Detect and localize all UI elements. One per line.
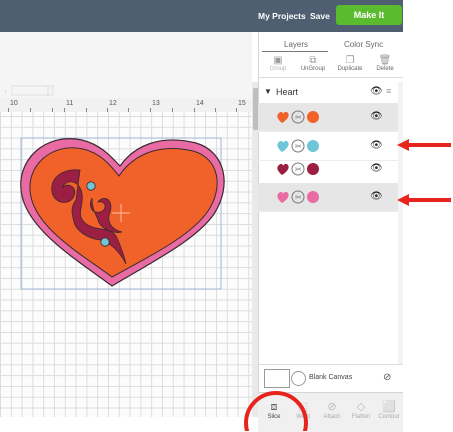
canvas-color-circle[interactable] — [291, 371, 306, 386]
eye-icon[interactable]: 👁 — [370, 191, 383, 202]
top-bar: My Projects Save Make It — [0, 0, 403, 32]
group-name: Heart — [276, 87, 299, 97]
flatten-button[interactable]: ◇ Flatten — [347, 401, 375, 420]
hidden-eye-icon[interactable]: ⊘ — [383, 372, 391, 383]
active-tab-indicator — [262, 51, 328, 52]
red-arrow-annotation-2 — [397, 194, 451, 206]
panel-scrollbar[interactable] — [398, 82, 403, 364]
blank-canvas-label: Blank Canvas — [309, 374, 353, 381]
design-canvas[interactable]: ↑ 10 11 12 13 14 15 — [0, 32, 252, 417]
group-button[interactable]: ▣ Group — [261, 55, 295, 72]
svg-text:✂: ✂ — [295, 193, 302, 202]
panel-tabs: Layers Color Sync — [258, 39, 403, 51]
eye-icon[interactable]: 👁 — [370, 86, 383, 97]
trash-icon: 🗑 — [378, 55, 392, 66]
group-icon: ▣ — [273, 55, 283, 66]
eye-icon[interactable]: 👁 — [370, 111, 383, 122]
delete-button[interactable]: 🗑 Delete — [368, 55, 402, 72]
layer-preview-icon: ✂ — [277, 190, 319, 204]
menu-icon[interactable]: ≡ — [386, 86, 391, 96]
save-link[interactable]: Save — [310, 11, 330, 21]
layer-preview-icon: ✂ — [277, 162, 319, 176]
tab-layers[interactable]: Layers — [284, 40, 308, 49]
tab-color-sync[interactable]: Color Sync — [344, 40, 383, 49]
svg-text:✂: ✂ — [295, 165, 302, 174]
my-projects-link[interactable]: My Projects — [258, 11, 306, 21]
make-it-button[interactable]: Make It — [336, 5, 402, 25]
attach-icon: ⊘ — [327, 401, 337, 413]
contour-icon: ⬜ — [382, 401, 396, 413]
layer-row-pink[interactable]: ✂ 👁 — [258, 183, 403, 212]
collapse-icon[interactable]: ▼ — [264, 87, 272, 96]
contour-button[interactable]: ⬜ Contour — [375, 401, 403, 420]
red-circle-annotation — [244, 391, 308, 431]
svg-text:✂: ✂ — [295, 113, 302, 122]
canvas-bottom-strip — [0, 417, 252, 431]
duplicate-button[interactable]: ❐ Duplicate — [333, 55, 367, 72]
layer-row-orange[interactable]: ✂ 👁 — [258, 103, 403, 132]
heart-design[interactable] — [0, 32, 252, 417]
dot-blue-2 — [100, 237, 110, 247]
svg-text:✂: ✂ — [295, 142, 302, 151]
layer-preview-icon: ✂ — [277, 139, 319, 153]
dot-blue-1 — [86, 181, 96, 191]
make-it-label: Make It — [353, 10, 385, 20]
ungroup-button[interactable]: ⧉ UnGroup — [296, 55, 330, 72]
layers-toolbar: ▣ Group ⧉ UnGroup ❐ Duplicate 🗑 Delete — [258, 53, 403, 78]
flatten-icon: ◇ — [356, 401, 366, 413]
eye-icon[interactable]: 👁 — [370, 140, 383, 151]
eye-icon[interactable]: 👁 — [370, 163, 383, 174]
layer-group-heart[interactable]: ▼ Heart 👁 ≡ — [258, 83, 403, 101]
ungroup-icon: ⧉ — [309, 55, 317, 66]
duplicate-icon: ❐ — [345, 55, 355, 66]
red-arrow-annotation-1 — [397, 139, 451, 151]
attach-button[interactable]: ⊘ Attach — [318, 401, 346, 420]
layer-row-maroon[interactable]: ✂ 👁 — [258, 155, 403, 184]
layer-preview-icon: ✂ — [277, 110, 319, 124]
